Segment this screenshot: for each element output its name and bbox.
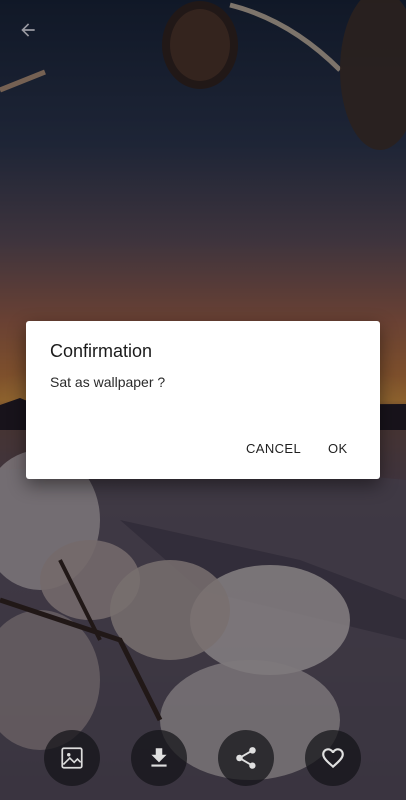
bottom-action-bar bbox=[0, 730, 406, 786]
ok-button[interactable]: OK bbox=[320, 433, 356, 465]
confirmation-dialog: Confirmation Sat as wallpaper ? CANCEL O… bbox=[26, 321, 380, 479]
set-wallpaper-icon bbox=[61, 747, 83, 769]
dialog-message: Sat as wallpaper ? bbox=[50, 374, 166, 390]
cancel-button[interactable]: CANCEL bbox=[238, 433, 309, 465]
wallpaper-preview-screen: Confirmation Sat as wallpaper ? CANCEL O… bbox=[0, 0, 406, 800]
back-arrow-icon bbox=[21, 23, 35, 37]
favorite-button[interactable] bbox=[305, 730, 361, 786]
download-icon bbox=[151, 748, 167, 767]
share-icon bbox=[236, 747, 256, 769]
set-wallpaper-button[interactable] bbox=[44, 730, 100, 786]
download-button[interactable] bbox=[131, 730, 187, 786]
share-button[interactable] bbox=[218, 730, 274, 786]
favorite-heart-icon bbox=[322, 748, 344, 769]
back-button[interactable] bbox=[12, 14, 44, 46]
dialog-title: Confirmation bbox=[50, 341, 153, 361]
